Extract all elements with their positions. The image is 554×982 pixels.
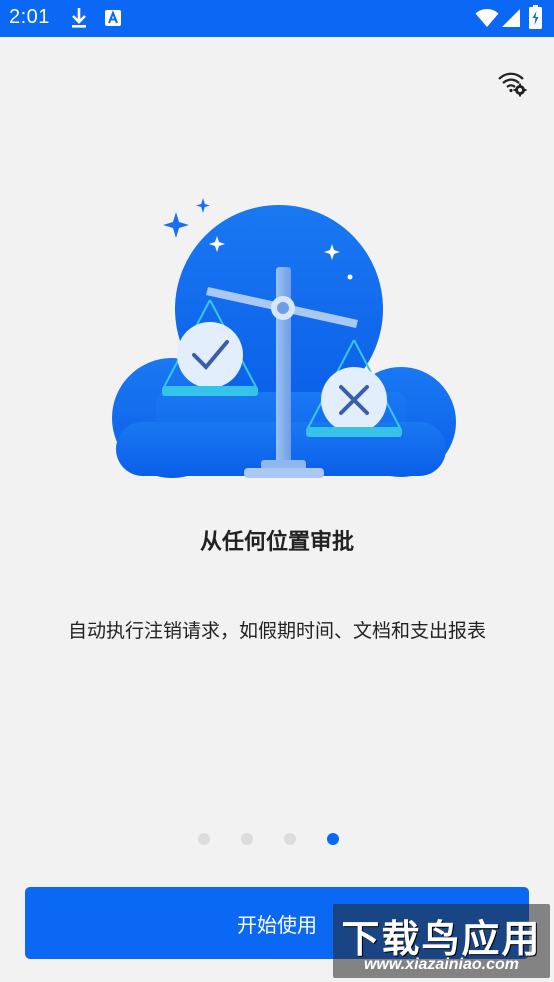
page-dot-2[interactable]: [241, 833, 253, 845]
app-notification-icon: [105, 10, 121, 26]
watermark-url: www.xiazainiao.com: [363, 956, 519, 973]
onboarding-title: 从任何位置审批: [199, 530, 354, 555]
wifi-icon: [475, 9, 499, 27]
start-button-label: 开始使用: [237, 912, 317, 937]
scales-of-justice-illustration: [112, 198, 456, 478]
page-dot-3[interactable]: [284, 833, 296, 845]
status-time: 2:01: [9, 6, 50, 28]
watermark: 下载鸟应用 www.xiazainiao.com: [333, 904, 550, 978]
page-indicator: [0, 830, 554, 848]
download-icon: [72, 8, 86, 28]
page-dot-4-active[interactable]: [327, 833, 339, 845]
signal-icon: [502, 9, 520, 27]
wifi-settings-icon[interactable]: [497, 71, 527, 97]
watermark-title: 下载鸟应用: [341, 917, 542, 961]
onboarding-description: 自动执行注销请求，如假期时间、文档和支出报表: [67, 620, 486, 642]
battery-icon: [529, 5, 542, 29]
status-bar: 2:01: [0, 0, 554, 37]
page-dot-1[interactable]: [198, 833, 210, 845]
